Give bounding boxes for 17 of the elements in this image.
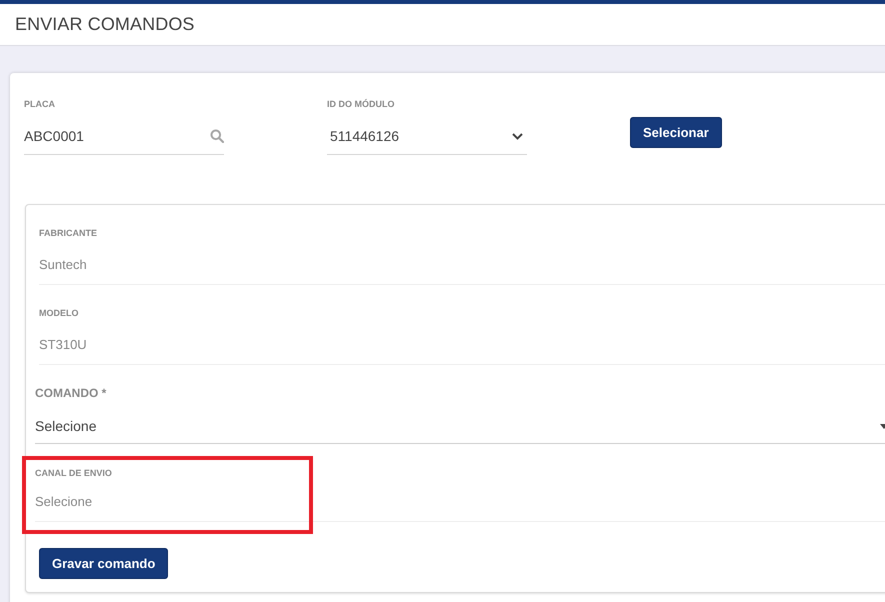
select-button[interactable]: Selecionar <box>630 117 722 148</box>
field-label: PLACA <box>24 98 56 110</box>
field-label: COMANDO * <box>35 385 106 401</box>
field-label: CANAL DE ENVIO <box>35 467 112 479</box>
save-command-button[interactable]: Gravar comando <box>39 548 168 579</box>
search-icon <box>210 129 224 143</box>
page-title: ENVIAR COMANDOS <box>15 14 195 35</box>
plate-search-field[interactable]: ABC0001 <box>24 124 224 155</box>
field-label: FABRICANTE <box>39 227 97 239</box>
field-label: MODELO <box>39 307 78 319</box>
chevron-down-icon <box>512 132 523 140</box>
field-value: Selecione <box>35 494 92 510</box>
field-value: ST310U <box>39 337 87 353</box>
field-label: ID DO MÓDULO <box>327 98 396 110</box>
module-select[interactable]: 511446126 <box>327 124 527 155</box>
command-select[interactable]: Selecione <box>35 409 885 444</box>
field-value: Suntech <box>39 257 87 273</box>
